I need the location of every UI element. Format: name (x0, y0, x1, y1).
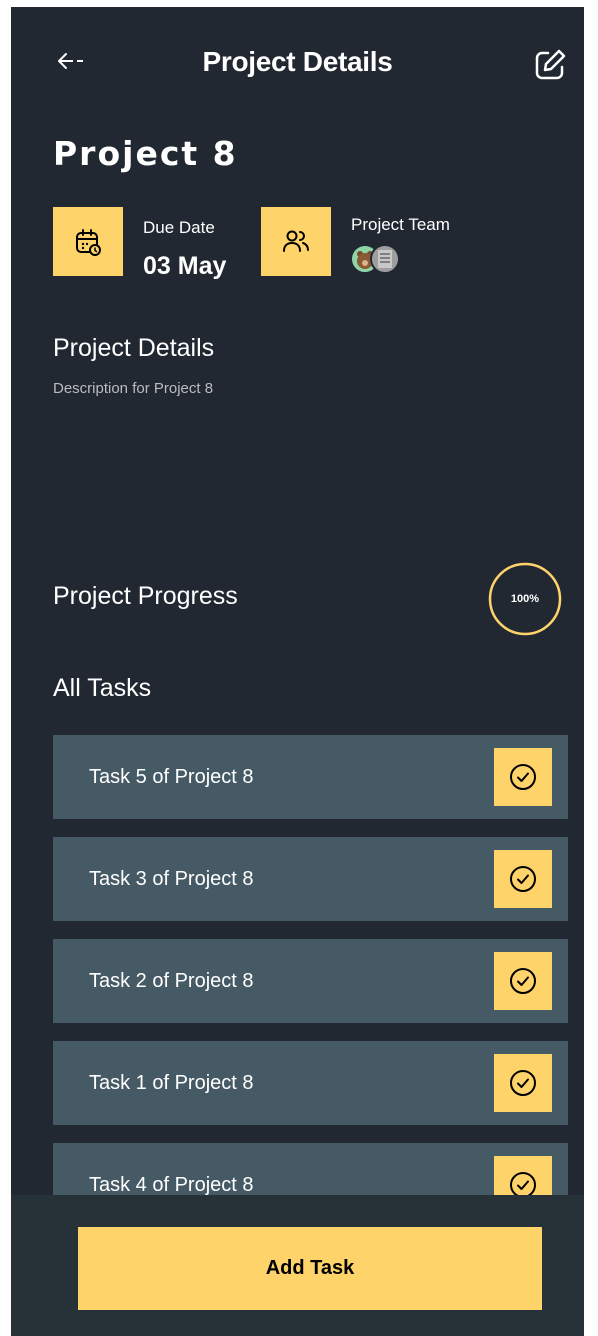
project-description: Description for Project 8 (53, 380, 214, 397)
task-label: Task 2 of Project 8 (89, 970, 254, 992)
bottom-bar: Add Task (11, 1195, 584, 1336)
project-details-heading: Project Details (53, 334, 215, 362)
check-circle-icon (510, 866, 536, 892)
edit-icon[interactable] (530, 45, 570, 85)
task-complete-toggle[interactable] (494, 1054, 552, 1112)
avatar[interactable] (370, 244, 400, 274)
team-icon (283, 230, 309, 252)
add-task-button[interactable]: Add Task (78, 1227, 542, 1310)
task-list: Task 5 of Project 8 Task 3 of Project 8 … (53, 735, 568, 1245)
all-tasks-heading: All Tasks (53, 674, 152, 702)
project-details-screen: Project Details Project 8 Due Date 03 Ma… (11, 7, 584, 1336)
due-date-icon-box (53, 207, 123, 276)
progress-percent: 100% (510, 593, 540, 605)
due-date-value: 03 May (143, 252, 227, 280)
task-label: Task 5 of Project 8 (89, 766, 254, 788)
task-item[interactable]: Task 2 of Project 8 (53, 939, 568, 1023)
project-progress-heading: Project Progress (53, 582, 238, 610)
calendar-icon (76, 228, 101, 256)
team-icon-box (261, 207, 331, 276)
check-circle-icon (510, 1070, 536, 1096)
due-date-label: Due Date (143, 218, 215, 237)
check-circle-icon (510, 968, 536, 994)
task-complete-toggle[interactable] (494, 850, 552, 908)
project-name: Project 8 (53, 134, 238, 173)
task-label: Task 1 of Project 8 (89, 1072, 254, 1094)
header: Project Details (11, 7, 584, 107)
task-item[interactable]: Task 3 of Project 8 (53, 837, 568, 921)
task-label: Task 3 of Project 8 (89, 868, 254, 890)
task-item[interactable]: Task 1 of Project 8 (53, 1041, 568, 1125)
project-team-label: Project Team (351, 215, 450, 234)
task-complete-toggle[interactable] (494, 952, 552, 1010)
photo-avatar-icon (378, 250, 392, 268)
page-title: Project Details (202, 46, 393, 77)
task-complete-toggle[interactable] (494, 748, 552, 806)
task-item[interactable]: Task 5 of Project 8 (53, 735, 568, 819)
check-circle-icon (510, 764, 536, 790)
